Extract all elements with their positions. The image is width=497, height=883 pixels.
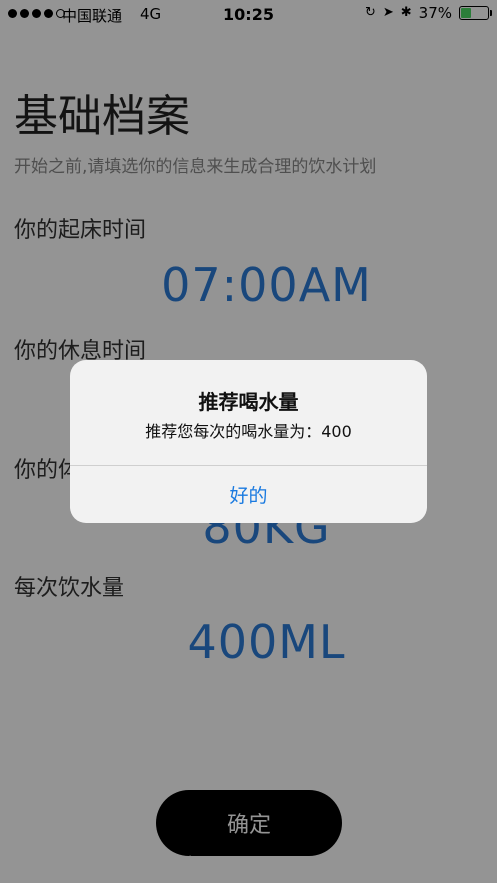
alert-message: 推荐您每次的喝水量为：400: [145, 422, 352, 441]
alert-ok-button[interactable]: 好的: [70, 466, 427, 523]
alert-title: 推荐喝水量: [198, 390, 299, 414]
alert-dialog: 推荐喝水量 推荐您每次的喝水量为：400 好的: [70, 360, 427, 523]
